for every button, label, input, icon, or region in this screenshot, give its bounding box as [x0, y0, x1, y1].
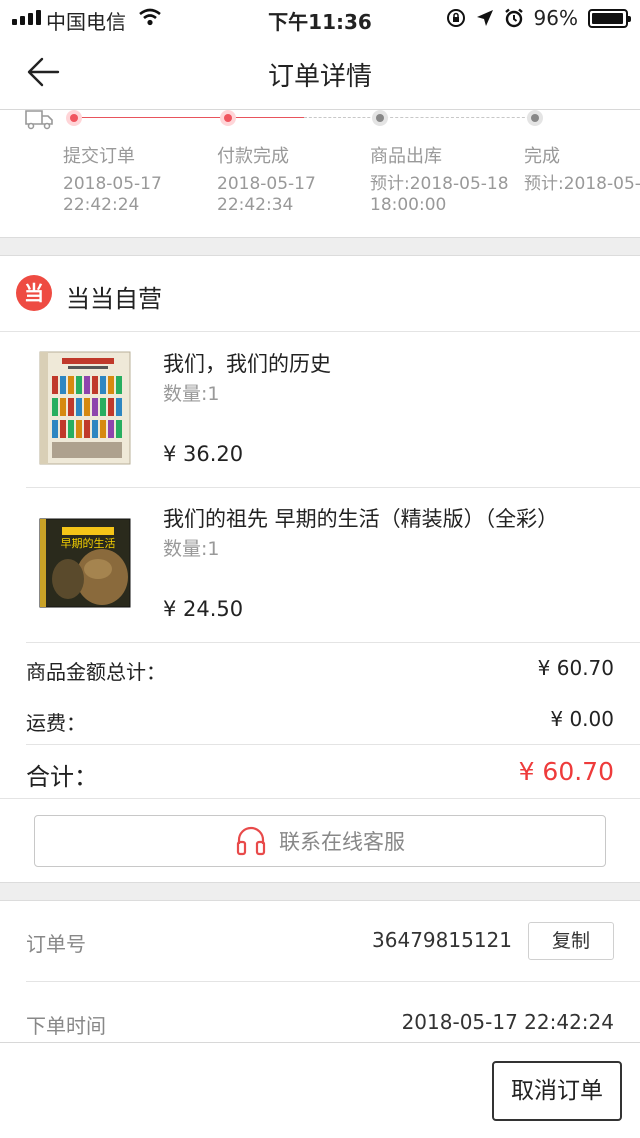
shipping-label: 运费：	[26, 711, 86, 735]
section-gap	[0, 882, 640, 901]
order-time-value: 2018-05-17 22:42:24	[401, 1010, 614, 1034]
subtotal-value: ¥ 60.70	[537, 656, 614, 680]
shipping-row: 运费： ¥ 0.00	[26, 707, 614, 736]
nav-bar: 订单详情	[0, 36, 640, 110]
order-item[interactable]: 早期的生活 我们的祖先 早期的生活（精装版）（全彩） 数量:1 ¥ 24.50	[0, 487, 640, 642]
contact-service-label: 联系在线客服	[279, 830, 405, 854]
step-date: 预计:2018-05-18 18:00:00	[370, 174, 509, 215]
svg-text:早期的生活: 早期的生活	[61, 536, 116, 550]
battery-icon	[588, 8, 631, 28]
step-date: 2018-05-17 22:42:34	[217, 174, 316, 215]
step-label: 提交订单	[63, 146, 135, 167]
store-header[interactable]: 当 当当自营	[0, 255, 640, 332]
shipping-value: ¥ 0.00	[550, 707, 614, 731]
order-number-row: 订单号 36479815121 复制	[0, 900, 640, 982]
headset-icon	[236, 826, 266, 856]
alarm-icon	[504, 8, 523, 28]
order-time-label: 下单时间	[26, 1014, 106, 1038]
total-value: ¥ 60.70	[518, 757, 614, 786]
order-number-value: 36479815121	[372, 928, 512, 952]
section-gap	[0, 237, 640, 256]
step-dot-complete	[527, 110, 543, 126]
total-label: 合计：	[26, 763, 98, 791]
book-cover-image: 早期的生活	[39, 518, 131, 608]
step-dot-submitted	[66, 110, 82, 126]
total-row: 合计： ¥ 60.70	[26, 757, 614, 792]
delivery-truck-icon	[25, 110, 53, 130]
bottom-action-bar: 取消订单	[0, 1042, 640, 1138]
status-bar: 中国电信 下午11:36 96%	[0, 0, 640, 36]
subtotal-label: 商品金额总计：	[26, 660, 166, 684]
cancel-order-button[interactable]: 取消订单	[492, 1061, 622, 1121]
dangdang-logo-icon: 当	[16, 275, 52, 311]
battery-percent: 96%	[533, 6, 578, 30]
location-arrow-icon	[476, 10, 493, 26]
page-title: 订单详情	[267, 62, 372, 92]
step-date: 预计:2018-05-	[524, 174, 640, 194]
item-price: ¥ 24.50	[163, 597, 244, 621]
order-progress: 提交订单 付款完成 商品出库 完成 2018-05-17 22:42:24 201…	[0, 110, 640, 238]
step-label: 付款完成	[217, 146, 289, 167]
order-number-label: 订单号	[26, 932, 86, 956]
step-label: 完成	[524, 146, 560, 167]
item-name: 我们的祖先 早期的生活（精装版）（全彩）	[163, 507, 559, 531]
item-quantity: 数量:1	[163, 538, 220, 560]
step-dot-paid	[220, 110, 236, 126]
copy-button[interactable]: 复制	[528, 922, 614, 960]
rotation-lock-icon	[446, 9, 465, 27]
subtotal-row: 商品金额总计： ¥ 60.70	[26, 656, 614, 685]
item-name: 我们，我们的历史	[163, 352, 331, 376]
step-label: 商品出库	[370, 146, 442, 167]
item-quantity: 数量:1	[163, 383, 220, 405]
store-name: 当当自营	[66, 285, 162, 313]
order-item[interactable]: 我们，我们的历史 数量:1 ¥ 36.20	[0, 332, 640, 487]
item-price: ¥ 36.20	[163, 442, 244, 466]
step-dot-shipped	[372, 110, 388, 126]
book-cover-image	[39, 351, 131, 465]
contact-service-button[interactable]: 联系在线客服	[34, 815, 606, 867]
step-date: 2018-05-17 22:42:24	[63, 174, 162, 215]
